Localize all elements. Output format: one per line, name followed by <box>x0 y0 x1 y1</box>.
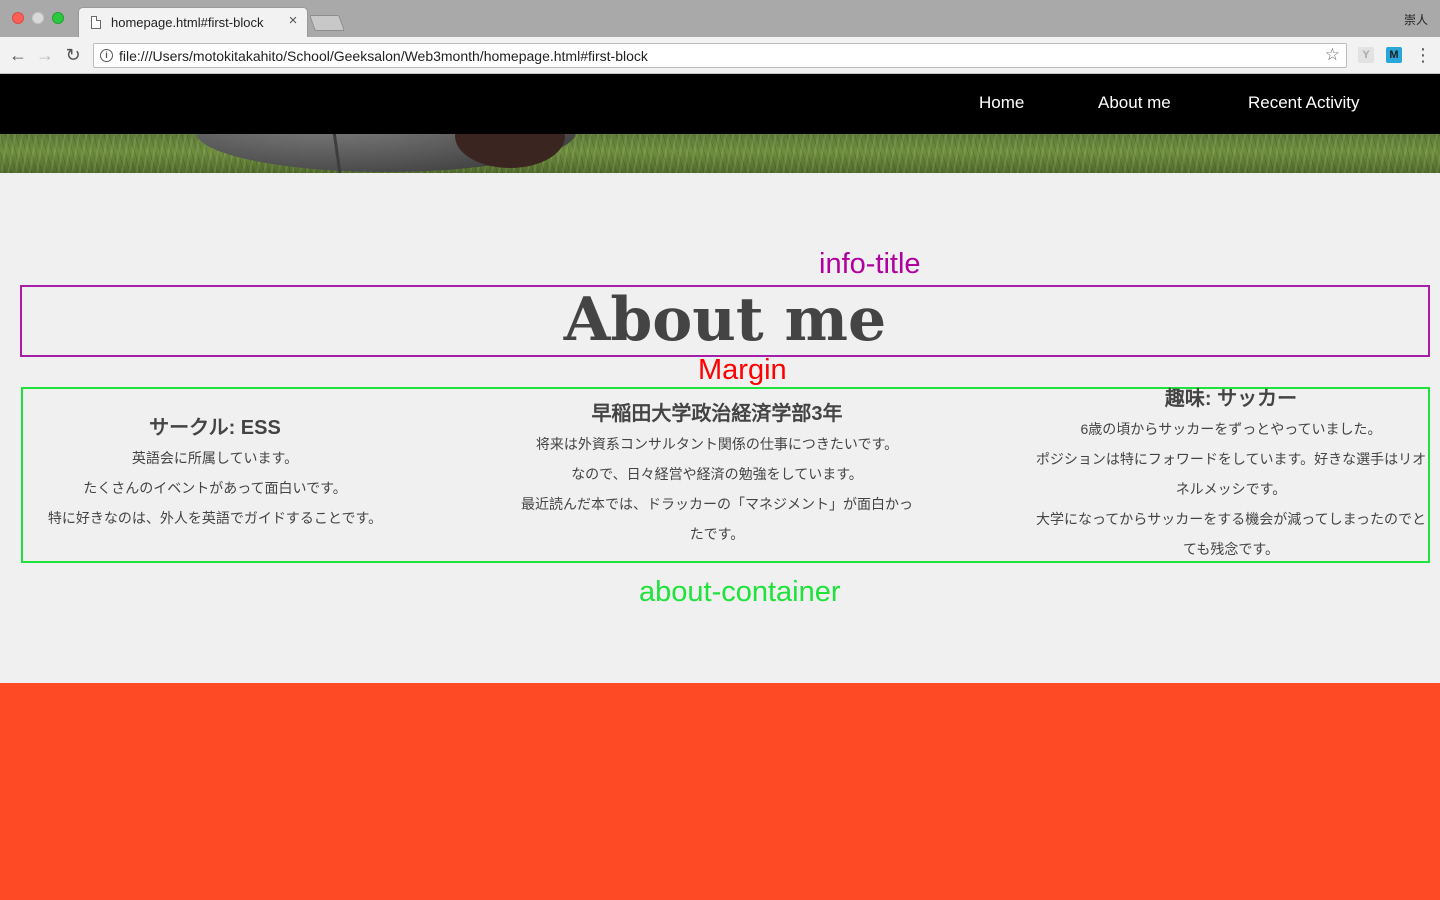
column-text: たです。 <box>689 526 745 542</box>
page-title: About me <box>563 285 887 355</box>
annotation-about-container: about-container <box>639 576 841 608</box>
column-text: ネルメッシです。 <box>1175 481 1287 497</box>
extension-y-icon[interactable]: Y <box>1358 47 1374 63</box>
column-text: 6歳の頃からサッカーをずっとやっていました。 <box>1080 421 1382 437</box>
column-heading: 早稲田大学政治経済学部3年 <box>591 403 843 425</box>
about-container: サークル: ESS 英語会に所属しています。 たくさんのイベントがあって面白いで… <box>21 387 1430 563</box>
new-tab-button[interactable] <box>309 15 345 31</box>
reload-icon[interactable]: ↻ <box>62 44 84 66</box>
hero-image <box>0 134 1440 173</box>
nav-link-recent-activity[interactable]: Recent Activity <box>1248 93 1360 113</box>
browser-menu-icon[interactable]: ⋮ <box>1414 45 1432 65</box>
annotation-margin: Margin <box>698 354 787 386</box>
column-text: ても残念です。 <box>1183 541 1279 557</box>
extension-m-icon[interactable]: M <box>1386 47 1402 63</box>
url-text[interactable]: file:///Users/motokitakahito/School/Geek… <box>119 48 648 64</box>
column-text: ポジションは特にフォワードをしています。好きな選手はリオ <box>1035 451 1427 467</box>
column-heading: 趣味: サッカー <box>1164 388 1298 410</box>
page-icon <box>91 16 101 29</box>
profile-name[interactable]: 崇人 <box>1404 11 1428 28</box>
info-icon[interactable]: i <box>100 49 113 62</box>
column-text: なので、日々経営や経済の勉強をしています。 <box>571 466 863 482</box>
about-column-university: 早稲田大学政治経済学部3年 将来は外資系コンサルタント関係の仕事につきたいです。… <box>497 399 937 549</box>
site-navbar: Home About me Recent Activity <box>0 74 1440 134</box>
column-text: 最近読んだ本では、ドラッカーの「マネジメント」が面白かっ <box>521 496 913 512</box>
column-text: 特に好きなのは、外人を英語でガイドすることです。 <box>47 510 383 526</box>
column-text: 英語会に所属しています。 <box>131 450 299 466</box>
back-icon[interactable]: ← <box>7 44 29 66</box>
nav-link-home[interactable]: Home <box>979 93 1024 113</box>
browser-toolbar: ← → ↻ i file:///Users/motokitakahito/Sch… <box>0 37 1440 74</box>
annotation-info-title: info-title <box>819 248 921 280</box>
orange-section <box>0 683 1440 900</box>
column-text: 大学になってからサッカーをする機会が減ってしまったのでと <box>1035 511 1427 527</box>
column-text: たくさんのイベントがあって面白いです。 <box>83 480 347 496</box>
column-heading: サークル: ESS <box>149 417 281 439</box>
column-text: 将来は外資系コンサルタント関係の仕事につきたいです。 <box>535 436 899 452</box>
about-column-circle: サークル: ESS 英語会に所属しています。 たくさんのイベントがあって面白いで… <box>35 413 395 533</box>
window-minimize-button[interactable] <box>32 12 44 24</box>
bookmark-star-icon[interactable]: ☆ <box>1325 45 1340 65</box>
about-column-hobby: 趣味: サッカー 6歳の頃からサッカーをずっとやっていました。 ポジションは特に… <box>1013 384 1440 564</box>
browser-tab-bar: homepage.html#first-block × 崇人 <box>0 0 1440 37</box>
tab-close-icon[interactable]: × <box>285 13 301 29</box>
info-title-box: About me <box>20 285 1430 357</box>
forward-icon[interactable]: → <box>34 44 56 66</box>
tab-title: homepage.html#first-block <box>111 15 264 30</box>
window-close-button[interactable] <box>12 12 24 24</box>
nav-link-about-me[interactable]: About me <box>1098 93 1171 113</box>
address-bar[interactable]: i file:///Users/motokitakahito/School/Ge… <box>93 43 1347 68</box>
browser-tab[interactable]: homepage.html#first-block × <box>78 7 308 37</box>
window-maximize-button[interactable] <box>52 12 64 24</box>
